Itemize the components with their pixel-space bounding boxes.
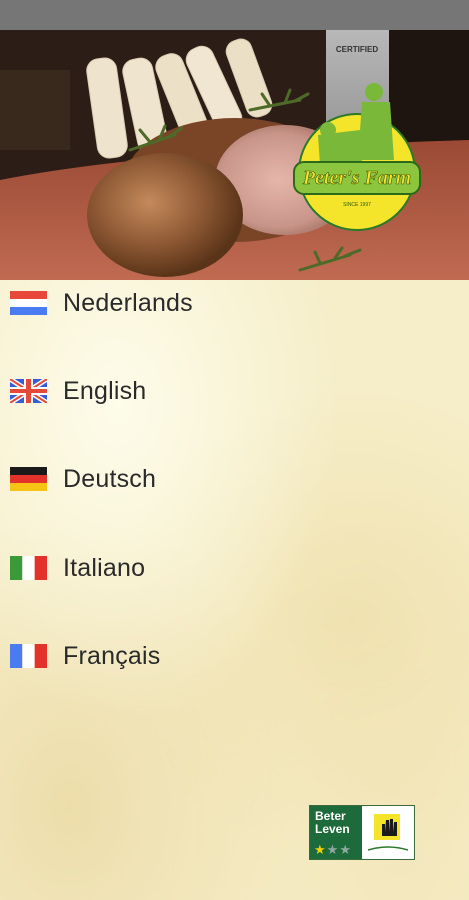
language-item-english[interactable]: English (0, 361, 469, 421)
language-item-francais[interactable]: Français (0, 626, 469, 686)
language-label: Italiano (63, 553, 146, 582)
language-item-deutsch[interactable]: Deutsch (0, 449, 469, 509)
language-label: Nederlands (63, 288, 193, 317)
france-flag-icon (10, 644, 47, 668)
italy-flag-icon (10, 556, 47, 580)
language-item-italiano[interactable]: Italiano (0, 538, 469, 598)
language-item-nederlands[interactable]: Nederlands (0, 273, 469, 333)
beter-leven-text-panel: Beter Leven ★★★ (310, 806, 362, 859)
svg-text:SINCE 1997: SINCE 1997 (343, 202, 371, 208)
svg-text:Peter's Farm: Peter's Farm (302, 167, 411, 189)
germany-flag-icon (10, 467, 47, 491)
rack-of-lamb-photo: CERTIFIED Peter's Farm SINCE 1997 (0, 30, 469, 280)
dierenbescherming-icon (362, 806, 414, 859)
language-label: English (63, 376, 147, 405)
hero-image: CERTIFIED Peter's Farm SINCE 1997 (0, 30, 469, 280)
netherlands-flag-icon (10, 291, 47, 315)
beter-leven-logo: Beter Leven ★★★ (309, 805, 415, 860)
star-rating-icon: ★★★ (314, 842, 352, 857)
language-label: Français (63, 641, 161, 670)
uk-flag-icon (10, 379, 47, 403)
svg-text:CERTIFIED: CERTIFIED (336, 45, 378, 54)
status-bar (0, 0, 469, 30)
language-label: Deutsch (63, 464, 157, 493)
beter-leven-line2: Leven (315, 822, 350, 836)
